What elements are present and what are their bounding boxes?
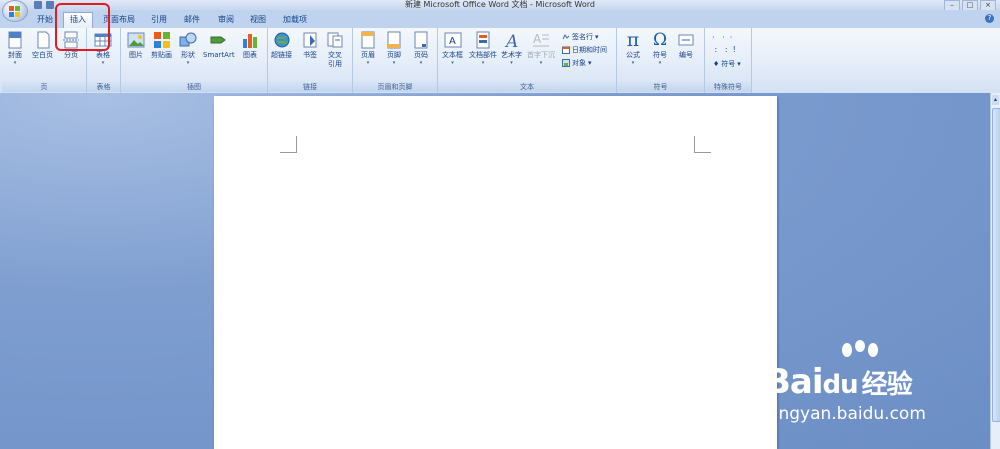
tab-view[interactable]: 视图 bbox=[244, 13, 272, 27]
shapes-button[interactable]: 形状 ▾ bbox=[179, 31, 197, 66]
ribbon-tab-bar: 开始 插入 页面布局 引用 邮件 审阅 视图 加载项 ? bbox=[0, 10, 1000, 29]
drop-cap-icon: A bbox=[533, 32, 549, 47]
smartart-icon bbox=[210, 36, 226, 44]
group-text: A 文本框 ▾ 文档部件 ▾ A 艺术字 ▾ A 首字下沉 ▾ 签名行 ▾ 日期和时间 对… bbox=[438, 28, 617, 93]
page-number-button[interactable]: 页码 ▾ bbox=[412, 31, 430, 66]
footer-button[interactable]: 页脚 ▾ bbox=[385, 31, 403, 66]
scrollbar-thumb[interactable] bbox=[992, 108, 1000, 422]
shapes-icon bbox=[179, 32, 197, 47]
ribbon: 封面 ▾ 空白页 分页 页 表格 ▾ 表格 图片 剪贴画 形状 ▾ SmartA… bbox=[0, 28, 1000, 94]
group-label-symbols: 符号 bbox=[617, 82, 704, 92]
watermark-url: jingyan.baidu.com bbox=[769, 404, 926, 424]
chart-button[interactable]: 图表 bbox=[241, 31, 259, 60]
svg-text:A: A bbox=[449, 36, 456, 47]
object-icon bbox=[562, 59, 570, 67]
tab-review[interactable]: 审阅 bbox=[212, 13, 240, 27]
group-label-illustrations: 插图 bbox=[121, 82, 267, 92]
special-symbol-button[interactable]: ♦ 符号 ▾ bbox=[713, 59, 741, 69]
wordart-button[interactable]: A 艺术字 ▾ bbox=[501, 31, 522, 66]
vertical-scrollbar[interactable]: ▴ bbox=[990, 93, 1000, 449]
special-symbol-grid[interactable]: · · · : : ! bbox=[712, 32, 736, 56]
document-page[interactable] bbox=[214, 96, 777, 449]
cover-page-button[interactable]: 封面 ▾ bbox=[6, 31, 24, 66]
clip-art-button[interactable]: 剪贴画 bbox=[151, 31, 172, 60]
bookmark-icon bbox=[303, 32, 317, 48]
date-time-button[interactable]: 日期和时间 bbox=[562, 45, 607, 55]
pi-icon: π bbox=[626, 29, 640, 51]
watermark-brand: Baidu 经验 bbox=[765, 362, 913, 402]
special-symbol-grid-glyphs: · · · : : ! bbox=[712, 33, 736, 54]
picture-icon bbox=[127, 32, 145, 48]
group-label-table: 表格 bbox=[87, 82, 120, 92]
group-label-page: 页 bbox=[2, 82, 86, 92]
group-label-links: 链接 bbox=[268, 82, 352, 92]
signature-line-button[interactable]: 签名行 ▾ bbox=[562, 32, 599, 42]
smartart-button[interactable]: SmartArt bbox=[203, 31, 235, 60]
group-special-symbols: · · · : : ! ♦ 符号 ▾ 特殊符号 bbox=[705, 28, 752, 93]
picture-button[interactable]: 图片 bbox=[127, 31, 145, 60]
baidu-jingyan-watermark: Baidu 经验 jingyan.baidu.com bbox=[765, 340, 965, 430]
help-icon[interactable]: ? bbox=[985, 14, 994, 23]
cross-reference-icon bbox=[327, 32, 343, 48]
wordart-icon: A bbox=[504, 32, 518, 49]
group-label-special-symbols: 特殊符号 bbox=[705, 82, 751, 92]
header-icon bbox=[361, 31, 375, 49]
svg-text:A: A bbox=[504, 32, 518, 49]
quick-parts-button[interactable]: 文档部件 ▾ bbox=[469, 31, 497, 66]
margin-mark-top-right bbox=[694, 136, 711, 153]
insert-tab-highlight bbox=[55, 3, 110, 51]
tab-mailings[interactable]: 邮件 bbox=[178, 13, 206, 27]
ruler-toggle-icon[interactable]: ▴ bbox=[992, 95, 999, 105]
calendar-icon bbox=[562, 46, 570, 54]
omega-icon: Ω bbox=[652, 30, 668, 50]
numbering-button[interactable]: 编号 bbox=[677, 31, 695, 60]
group-label-text: 文本 bbox=[438, 82, 616, 92]
clip-art-icon bbox=[153, 32, 170, 48]
hyperlink-button[interactable]: 超链接 bbox=[271, 31, 292, 60]
bullet-icon: ♦ bbox=[713, 60, 720, 68]
text-box-button[interactable]: A 文本框 ▾ bbox=[442, 31, 463, 66]
text-box-icon: A bbox=[444, 32, 461, 48]
blank-page-icon bbox=[37, 31, 49, 49]
group-illustrations: 图片 剪贴画 形状 ▾ SmartArt 图表 插图 bbox=[121, 28, 268, 93]
title-bar: 新建 Microsoft Office Word 文档 - Microsoft … bbox=[0, 0, 1000, 11]
cover-page-icon bbox=[8, 31, 22, 49]
header-button[interactable]: 页眉 ▾ bbox=[359, 31, 377, 66]
window-title: 新建 Microsoft Office Word 文档 - Microsoft … bbox=[405, 0, 595, 9]
equation-button[interactable]: π 公式 ▾ bbox=[624, 29, 642, 67]
office-button[interactable] bbox=[2, 0, 28, 22]
numbering-icon bbox=[678, 34, 694, 46]
svg-text:A: A bbox=[533, 32, 542, 46]
symbol-button[interactable]: Ω 符号 ▾ bbox=[651, 31, 669, 66]
footer-icon bbox=[387, 31, 401, 49]
group-header-footer: 页眉 ▾ 页脚 ▾ 页码 ▾ 页眉和页脚 bbox=[353, 28, 438, 93]
cross-reference-button[interactable]: 交叉 引用 bbox=[326, 31, 344, 69]
drop-cap-button[interactable]: A 首字下沉 ▾ bbox=[527, 31, 555, 66]
blank-page-button[interactable]: 空白页 bbox=[32, 31, 53, 60]
margin-mark-top-left bbox=[280, 136, 297, 153]
hyperlink-icon bbox=[274, 32, 289, 48]
bookmark-button[interactable]: 书签 bbox=[301, 31, 319, 60]
page-number-icon bbox=[414, 31, 428, 49]
object-button[interactable]: 对象 ▾ bbox=[562, 58, 592, 68]
tab-addins[interactable]: 加载项 bbox=[277, 13, 313, 27]
chart-icon bbox=[243, 34, 257, 48]
tab-references[interactable]: 引用 bbox=[145, 13, 173, 27]
quick-parts-icon bbox=[476, 31, 490, 49]
signature-line-icon bbox=[562, 34, 570, 40]
group-symbols: π 公式 ▾ Ω 符号 ▾ 编号 符号 bbox=[617, 28, 705, 93]
group-links: 超链接 书签 交叉 引用 链接 bbox=[268, 28, 353, 93]
group-label-header-footer: 页眉和页脚 bbox=[353, 82, 437, 92]
